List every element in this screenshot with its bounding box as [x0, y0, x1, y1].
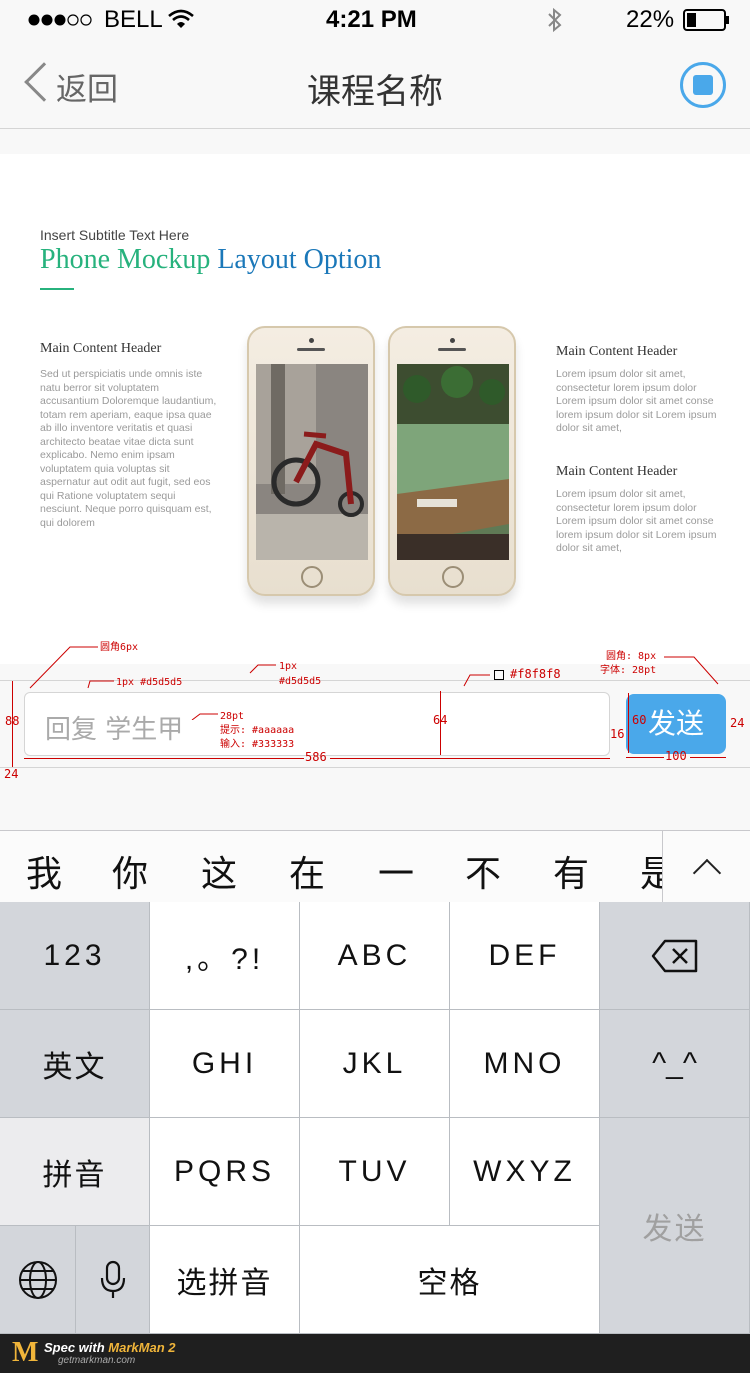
tricycle-photo	[256, 364, 368, 560]
key-mno[interactable]: MNO	[450, 1010, 600, 1118]
course-slide: Insert Subtitle Text Here Phone Mockup L…	[0, 154, 750, 664]
right-content-header-2: Main Content Header	[556, 464, 678, 479]
spec-hint-color: 提示: #aaaaaa	[220, 725, 295, 736]
spec-width-100: 100	[665, 749, 687, 763]
candidate-word[interactable]: 你	[112, 845, 148, 897]
right-content-header-1: Main Content Header	[556, 344, 678, 359]
key-ghi[interactable]: GHI	[150, 1010, 300, 1118]
wifi-icon	[168, 9, 194, 34]
key-wxyz[interactable]: WXYZ	[450, 1118, 600, 1226]
microphone-icon	[100, 1260, 125, 1298]
key-pqrs[interactable]: PQRS	[150, 1118, 300, 1226]
spec-line	[330, 758, 610, 759]
home-button	[301, 566, 323, 588]
key-abc[interactable]: ABC	[300, 902, 450, 1010]
key-tuv[interactable]: TUV	[300, 1118, 450, 1226]
spec-margin-left-24: 24	[4, 767, 19, 781]
clock: 4:21 PM	[326, 6, 417, 33]
markman-logo-icon: M	[12, 1337, 39, 1368]
camera-dot	[450, 338, 455, 343]
carrier-label: BELL	[104, 6, 163, 33]
key-send[interactable]: 发送	[600, 1118, 750, 1334]
spec-line	[626, 757, 664, 758]
right-content-body-1: Lorem ipsum dolor sit amet, consectetur …	[556, 368, 717, 434]
phone-mockup-left	[247, 326, 375, 596]
bluetooth-icon	[546, 7, 564, 38]
footer-brand-name: MarkMan 2	[108, 1340, 176, 1355]
key-123[interactable]: 123	[0, 902, 150, 1010]
spec-line	[24, 758, 304, 759]
chevron-up-icon[interactable]	[662, 831, 750, 903]
slide-title-part2: Layout Option	[217, 244, 382, 275]
markman-footer: M Spec with MarkMan 2 getmarkman.com	[0, 1334, 750, 1373]
slide-title-part1: Phone Mockup	[40, 244, 211, 275]
phone-mockup-right	[388, 326, 516, 596]
page-title: 课程名称	[307, 72, 443, 112]
spec-width-586: 586	[305, 750, 327, 764]
candidate-word[interactable]: 不	[465, 845, 501, 897]
candidate-bar: 我 你 这 在 一 不 有 是	[0, 830, 750, 903]
left-content-header: Main Content Header	[40, 341, 162, 356]
candidate-word[interactable]: 有	[553, 845, 589, 897]
spec-gap-16: 16	[610, 727, 625, 741]
battery-icon	[683, 9, 731, 36]
microphone-key[interactable]	[76, 1226, 150, 1334]
key-def[interactable]: DEF	[450, 902, 600, 1010]
navigation-bar: 返回 课程名称	[0, 40, 750, 129]
candidate-word[interactable]: 我	[26, 845, 62, 897]
spec-leader-lines	[29, 646, 719, 720]
footer-url: getmarkman.com	[58, 1355, 136, 1366]
right-content-body-2: Lorem ipsum dolor sit amet, consectetur …	[556, 488, 717, 554]
key-punctuation[interactable]: ,。?!	[150, 902, 300, 1010]
signal-icon	[28, 13, 98, 27]
footer-brand: Spec with MarkMan 2	[44, 1340, 176, 1355]
home-button	[442, 566, 464, 588]
space-key[interactable]: 空格	[300, 1226, 600, 1334]
key-select-pinyin[interactable]: 选拼音	[150, 1226, 300, 1334]
slide-subtitle: Insert Subtitle Text Here	[40, 227, 190, 243]
slide-title: Phone Mockup Layout Option	[40, 244, 381, 276]
spec-input-color: 输入: #333333	[220, 739, 295, 750]
stop-icon[interactable]	[680, 62, 726, 108]
keyboard: 123 ,。?! ABC DEF 英文 GHI JKL MNO ^_^ 拼音 P…	[0, 902, 750, 1334]
speaker-slot	[297, 348, 325, 351]
key-english[interactable]: 英文	[0, 1010, 150, 1118]
globe-icon	[18, 1260, 57, 1299]
candidate-word[interactable]: 一	[378, 845, 414, 897]
status-bar: BELL 4:21 PM 22%	[0, 0, 750, 40]
candidate-word[interactable]: 这	[201, 845, 237, 897]
footer-brand-prefix: Spec with	[44, 1340, 109, 1355]
cafe-table-photo	[397, 364, 509, 560]
speaker-slot	[438, 348, 466, 351]
key-emoji[interactable]: ^_^	[600, 1010, 750, 1118]
key-pinyin[interactable]: 拼音	[0, 1118, 150, 1226]
battery-percent: 22%	[626, 6, 675, 33]
delete-key[interactable]	[600, 902, 750, 1010]
key-jkl[interactable]: JKL	[300, 1010, 450, 1118]
title-underline	[40, 288, 74, 290]
spec-line	[690, 757, 726, 758]
backspace-icon	[651, 939, 697, 972]
camera-dot	[309, 338, 314, 343]
left-content-body: Sed ut perspiciatis unde omnis iste natu…	[40, 368, 217, 529]
candidate-word[interactable]: 在	[289, 845, 325, 897]
globe-key[interactable]	[0, 1226, 76, 1334]
